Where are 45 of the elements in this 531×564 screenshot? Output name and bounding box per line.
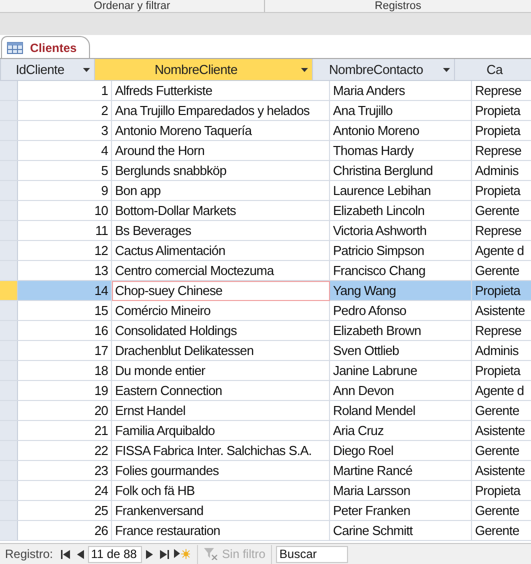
previous-record-icon[interactable]: [76, 550, 86, 558]
record-selector[interactable]: [0, 461, 18, 480]
caret-icon: [301, 68, 308, 72]
record-selector[interactable]: [0, 81, 18, 100]
record-selector[interactable]: [0, 361, 18, 380]
record-selector[interactable]: [0, 121, 18, 140]
record-selector[interactable]: [0, 301, 18, 320]
record-selector[interactable]: [0, 141, 18, 160]
record-selector[interactable]: [0, 481, 18, 500]
record-selector[interactable]: [0, 421, 18, 440]
ribbon-group-label: Ordenar y filtrar: [94, 0, 170, 12]
table-cell: 26: [18, 521, 112, 541]
new-record-icon[interactable]: [174, 549, 190, 559]
record-selector[interactable]: [0, 221, 18, 240]
next-record-icon[interactable]: [145, 550, 154, 558]
table-cell: Gerente: [472, 521, 531, 541]
caret-icon: [83, 68, 90, 72]
record-selector[interactable]: [0, 101, 18, 120]
caret-icon: [443, 68, 450, 72]
search-field[interactable]: Buscar: [276, 546, 348, 562]
record-selector[interactable]: [0, 441, 18, 460]
record-selector[interactable]: [0, 161, 18, 180]
record-selector[interactable]: [0, 281, 18, 300]
filter-off-icon: [204, 548, 218, 560]
record-selector[interactable]: [0, 381, 18, 400]
first-record-icon[interactable]: [61, 550, 70, 558]
last-record-icon[interactable]: [160, 550, 170, 558]
record-selector[interactable]: [0, 501, 18, 520]
table-cell: Carine Schmitt: [330, 521, 472, 541]
record-selector[interactable]: [0, 401, 18, 420]
record-selector[interactable]: [0, 321, 18, 340]
column-header[interactable]: NombreCliente: [95, 59, 313, 80]
record-position-field[interactable]: 11 de 88: [88, 546, 142, 562]
record-label: Registro:: [5, 546, 54, 563]
edit-field[interactable]: Chop-suey Chinese: [112, 281, 330, 301]
ribbon-group-label: Registros: [374, 0, 422, 12]
record-selector[interactable]: [0, 341, 18, 360]
record-selector[interactable]: [0, 521, 18, 540]
table-icon: [7, 42, 23, 54]
record-selector[interactable]: [0, 261, 18, 280]
record-selector[interactable]: [0, 241, 18, 260]
table-cell: France restauration: [112, 521, 330, 541]
record-selector[interactable]: [0, 181, 18, 200]
record-selector[interactable]: [0, 201, 18, 220]
document-tab[interactable]: Clientes: [1, 36, 90, 58]
